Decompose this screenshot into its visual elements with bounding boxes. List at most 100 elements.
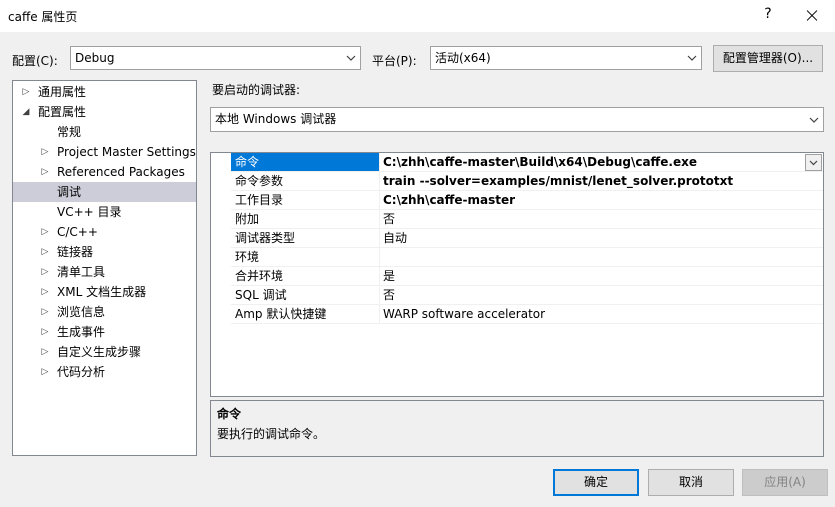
property-value[interactable]: train --solver=examples/mnist/lenet_solv… xyxy=(383,172,733,190)
debugger-dropdown[interactable]: 本地 Windows 调试器 xyxy=(210,107,824,132)
column-divider xyxy=(379,210,380,229)
cancel-button[interactable]: 取消 xyxy=(648,469,734,496)
tree-item[interactable]: VC++ 目录 xyxy=(13,202,196,222)
expand-arrow-icon[interactable]: ▷ xyxy=(40,302,50,322)
tree-item-label: 生成事件 xyxy=(57,325,106,339)
tree-item[interactable]: ▷ 清单工具 xyxy=(13,262,196,282)
chevron-down-icon xyxy=(809,117,819,123)
property-name: 附加 xyxy=(235,212,260,226)
column-divider xyxy=(379,286,380,305)
property-row[interactable]: 命令 C:\zhh\caffe-master\Build\x64\Debug\ca… xyxy=(231,153,823,172)
tree-item-label: 常规 xyxy=(57,125,82,139)
tree-item-label: 清单工具 xyxy=(57,265,106,279)
expand-arrow-icon[interactable]: ▷ xyxy=(21,82,31,102)
property-value[interactable]: 否 xyxy=(383,210,395,228)
property-row[interactable]: 命令参数 train --solver=examples/mnist/lenet_… xyxy=(231,172,823,191)
property-row[interactable]: 合并环境 是 xyxy=(231,267,823,286)
property-value[interactable]: WARP software accelerator xyxy=(383,305,545,323)
chevron-down-icon xyxy=(809,160,818,166)
column-divider xyxy=(379,229,380,248)
platform-label: 平台(P): xyxy=(372,54,417,68)
expand-arrow-icon[interactable]: ▷ xyxy=(40,142,50,162)
property-name: 命令 xyxy=(231,153,379,171)
column-divider xyxy=(379,191,380,210)
tree-item[interactable]: ▷ C/C++ xyxy=(13,222,196,242)
tree-item[interactable]: ▷ 自定义生成步骤 xyxy=(13,342,196,362)
property-name: 合并环境 xyxy=(235,269,284,283)
tree-item-label: Referenced Packages xyxy=(57,165,185,179)
property-value[interactable]: 自动 xyxy=(383,229,407,247)
property-row[interactable]: Amp 默认快捷键 WARP software accelerator xyxy=(231,305,823,324)
expand-arrow-icon[interactable]: ▷ xyxy=(40,362,50,382)
description-panel: 命令 要执行的调试命令。 xyxy=(210,400,824,457)
property-value[interactable]: C:\zhh\caffe-master\Build\x64\Debug\caff… xyxy=(383,153,697,171)
tree-item-label: 浏览信息 xyxy=(57,305,106,319)
apply-button[interactable]: 应用(A) xyxy=(742,469,828,496)
tree-item[interactable]: ▷ 浏览信息 xyxy=(13,302,196,322)
ok-button[interactable]: 确定 xyxy=(553,469,639,496)
property-name: 命令参数 xyxy=(235,174,284,188)
property-value[interactable]: 是 xyxy=(383,267,395,285)
tree-item[interactable]: ◢ 配置属性 xyxy=(13,102,196,122)
expand-arrow-icon[interactable]: ▷ xyxy=(40,162,50,182)
tree-item-label: XML 文档生成器 xyxy=(57,285,147,299)
help-button[interactable]: ? xyxy=(758,6,778,22)
property-row[interactable]: SQL 调试 否 xyxy=(231,286,823,305)
title-bar: caffe 属性页 ? xyxy=(0,0,835,32)
property-row[interactable]: 环境 xyxy=(231,248,823,267)
tree-item[interactable]: 常规 xyxy=(13,122,196,142)
config-label: 配置(C): xyxy=(12,54,58,68)
tree-item[interactable]: ▷ Referenced Packages xyxy=(13,162,196,182)
property-name: 调试器类型 xyxy=(235,231,296,245)
debugger-label: 要启动的调试器: xyxy=(212,83,301,97)
collapse-arrow-icon[interactable]: ◢ xyxy=(21,102,31,122)
tree-item-label: C/C++ xyxy=(57,225,98,239)
tree-item[interactable]: 调试 xyxy=(13,182,196,202)
property-name: Amp 默认快捷键 xyxy=(235,307,327,321)
tree-item-label: 自定义生成步骤 xyxy=(57,345,142,359)
chevron-down-icon xyxy=(687,55,697,61)
property-row[interactable]: 工作目录 C:\zhh\caffe-master xyxy=(231,191,823,210)
expand-arrow-icon[interactable]: ▷ xyxy=(40,262,50,282)
tree-item[interactable]: ▷ Project Master Settings xyxy=(13,142,196,162)
tree-item-label: 配置属性 xyxy=(38,105,87,119)
expand-arrow-icon[interactable]: ▷ xyxy=(40,342,50,362)
value-dropdown-button[interactable] xyxy=(805,154,822,171)
tree-item-label: 代码分析 xyxy=(57,365,106,379)
property-tree[interactable]: ▷ 通用属性 ◢ 配置属性常规 ▷ Project Master Settings ▷ Ref… xyxy=(12,80,197,456)
expand-arrow-icon[interactable]: ▷ xyxy=(40,222,50,242)
tree-item[interactable]: ▷ 通用属性 xyxy=(13,82,196,102)
config-value: Debug xyxy=(75,51,115,65)
tree-item[interactable]: ▷ 生成事件 xyxy=(13,322,196,342)
property-row[interactable]: 附加 否 xyxy=(231,210,823,229)
expand-arrow-icon[interactable]: ▷ xyxy=(40,242,50,262)
property-value[interactable]: 否 xyxy=(383,286,395,304)
description-text: 要执行的调试命令。 xyxy=(217,427,326,441)
window-title: caffe 属性页 xyxy=(8,10,78,24)
expand-arrow-icon[interactable]: ▷ xyxy=(40,322,50,342)
tree-item[interactable]: ▷ 链接器 xyxy=(13,242,196,262)
column-divider xyxy=(379,305,380,324)
tree-item-label: Project Master Settings xyxy=(57,145,196,159)
property-grid[interactable]: 命令 C:\zhh\caffe-master\Build\x64\Debug\ca… xyxy=(210,152,824,397)
expand-arrow-icon[interactable]: ▷ xyxy=(40,282,50,302)
tree-item-label: 通用属性 xyxy=(38,85,87,99)
property-value[interactable]: C:\zhh\caffe-master xyxy=(383,191,515,209)
debugger-value: 本地 Windows 调试器 xyxy=(215,112,337,126)
config-dropdown[interactable]: Debug xyxy=(70,46,361,70)
config-manager-button[interactable]: 配置管理器(O)... xyxy=(713,45,823,72)
tree-item-label: 链接器 xyxy=(57,245,94,259)
property-name: 环境 xyxy=(235,250,260,264)
description-title: 命令 xyxy=(217,407,242,421)
property-name: SQL 调试 xyxy=(235,288,287,302)
property-row[interactable]: 调试器类型 自动 xyxy=(231,229,823,248)
tree-item[interactable]: ▷ XML 文档生成器 xyxy=(13,282,196,302)
column-divider xyxy=(379,172,380,191)
property-name: 工作目录 xyxy=(235,193,284,207)
platform-dropdown[interactable]: 活动(x64) xyxy=(430,46,702,70)
tree-item[interactable]: ▷ 代码分析 xyxy=(13,362,196,382)
platform-value: 活动(x64) xyxy=(435,51,491,65)
column-divider xyxy=(379,267,380,286)
close-button[interactable] xyxy=(798,4,826,28)
column-divider xyxy=(379,248,380,267)
